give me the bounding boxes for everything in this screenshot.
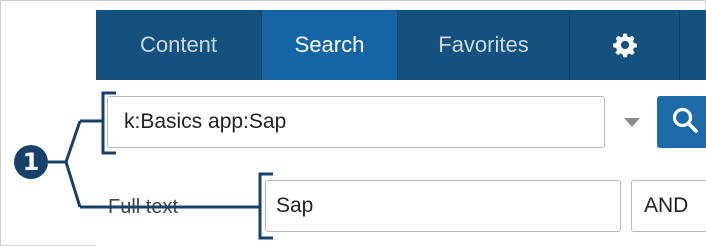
search-panel: Content Search Favorites Full text <box>96 10 706 246</box>
tab-content[interactable]: Content <box>96 10 262 80</box>
tab-search-label: Search <box>294 32 365 57</box>
chevron-down-icon[interactable] <box>624 118 640 127</box>
callout-number-badge: 1 <box>14 145 48 179</box>
gear-icon <box>612 32 638 58</box>
tab-settings[interactable] <box>570 10 680 80</box>
search-icon <box>671 106 699 139</box>
search-input[interactable] <box>107 96 605 148</box>
tab-favorites[interactable]: Favorites <box>398 10 570 80</box>
search-button[interactable] <box>657 96 706 148</box>
operator-select[interactable]: AND <box>631 180 706 232</box>
nav-bar: Content Search Favorites <box>96 10 706 80</box>
callout-number: 1 <box>22 148 40 176</box>
nav-bar-filler <box>680 10 706 80</box>
fulltext-label: Full text <box>108 196 179 218</box>
fulltext-input[interactable] <box>265 180 621 232</box>
tab-favorites-label: Favorites <box>438 32 529 57</box>
operator-value: AND <box>644 194 689 217</box>
tab-content-label: Content <box>139 32 218 57</box>
tab-search[interactable]: Search <box>262 10 398 80</box>
